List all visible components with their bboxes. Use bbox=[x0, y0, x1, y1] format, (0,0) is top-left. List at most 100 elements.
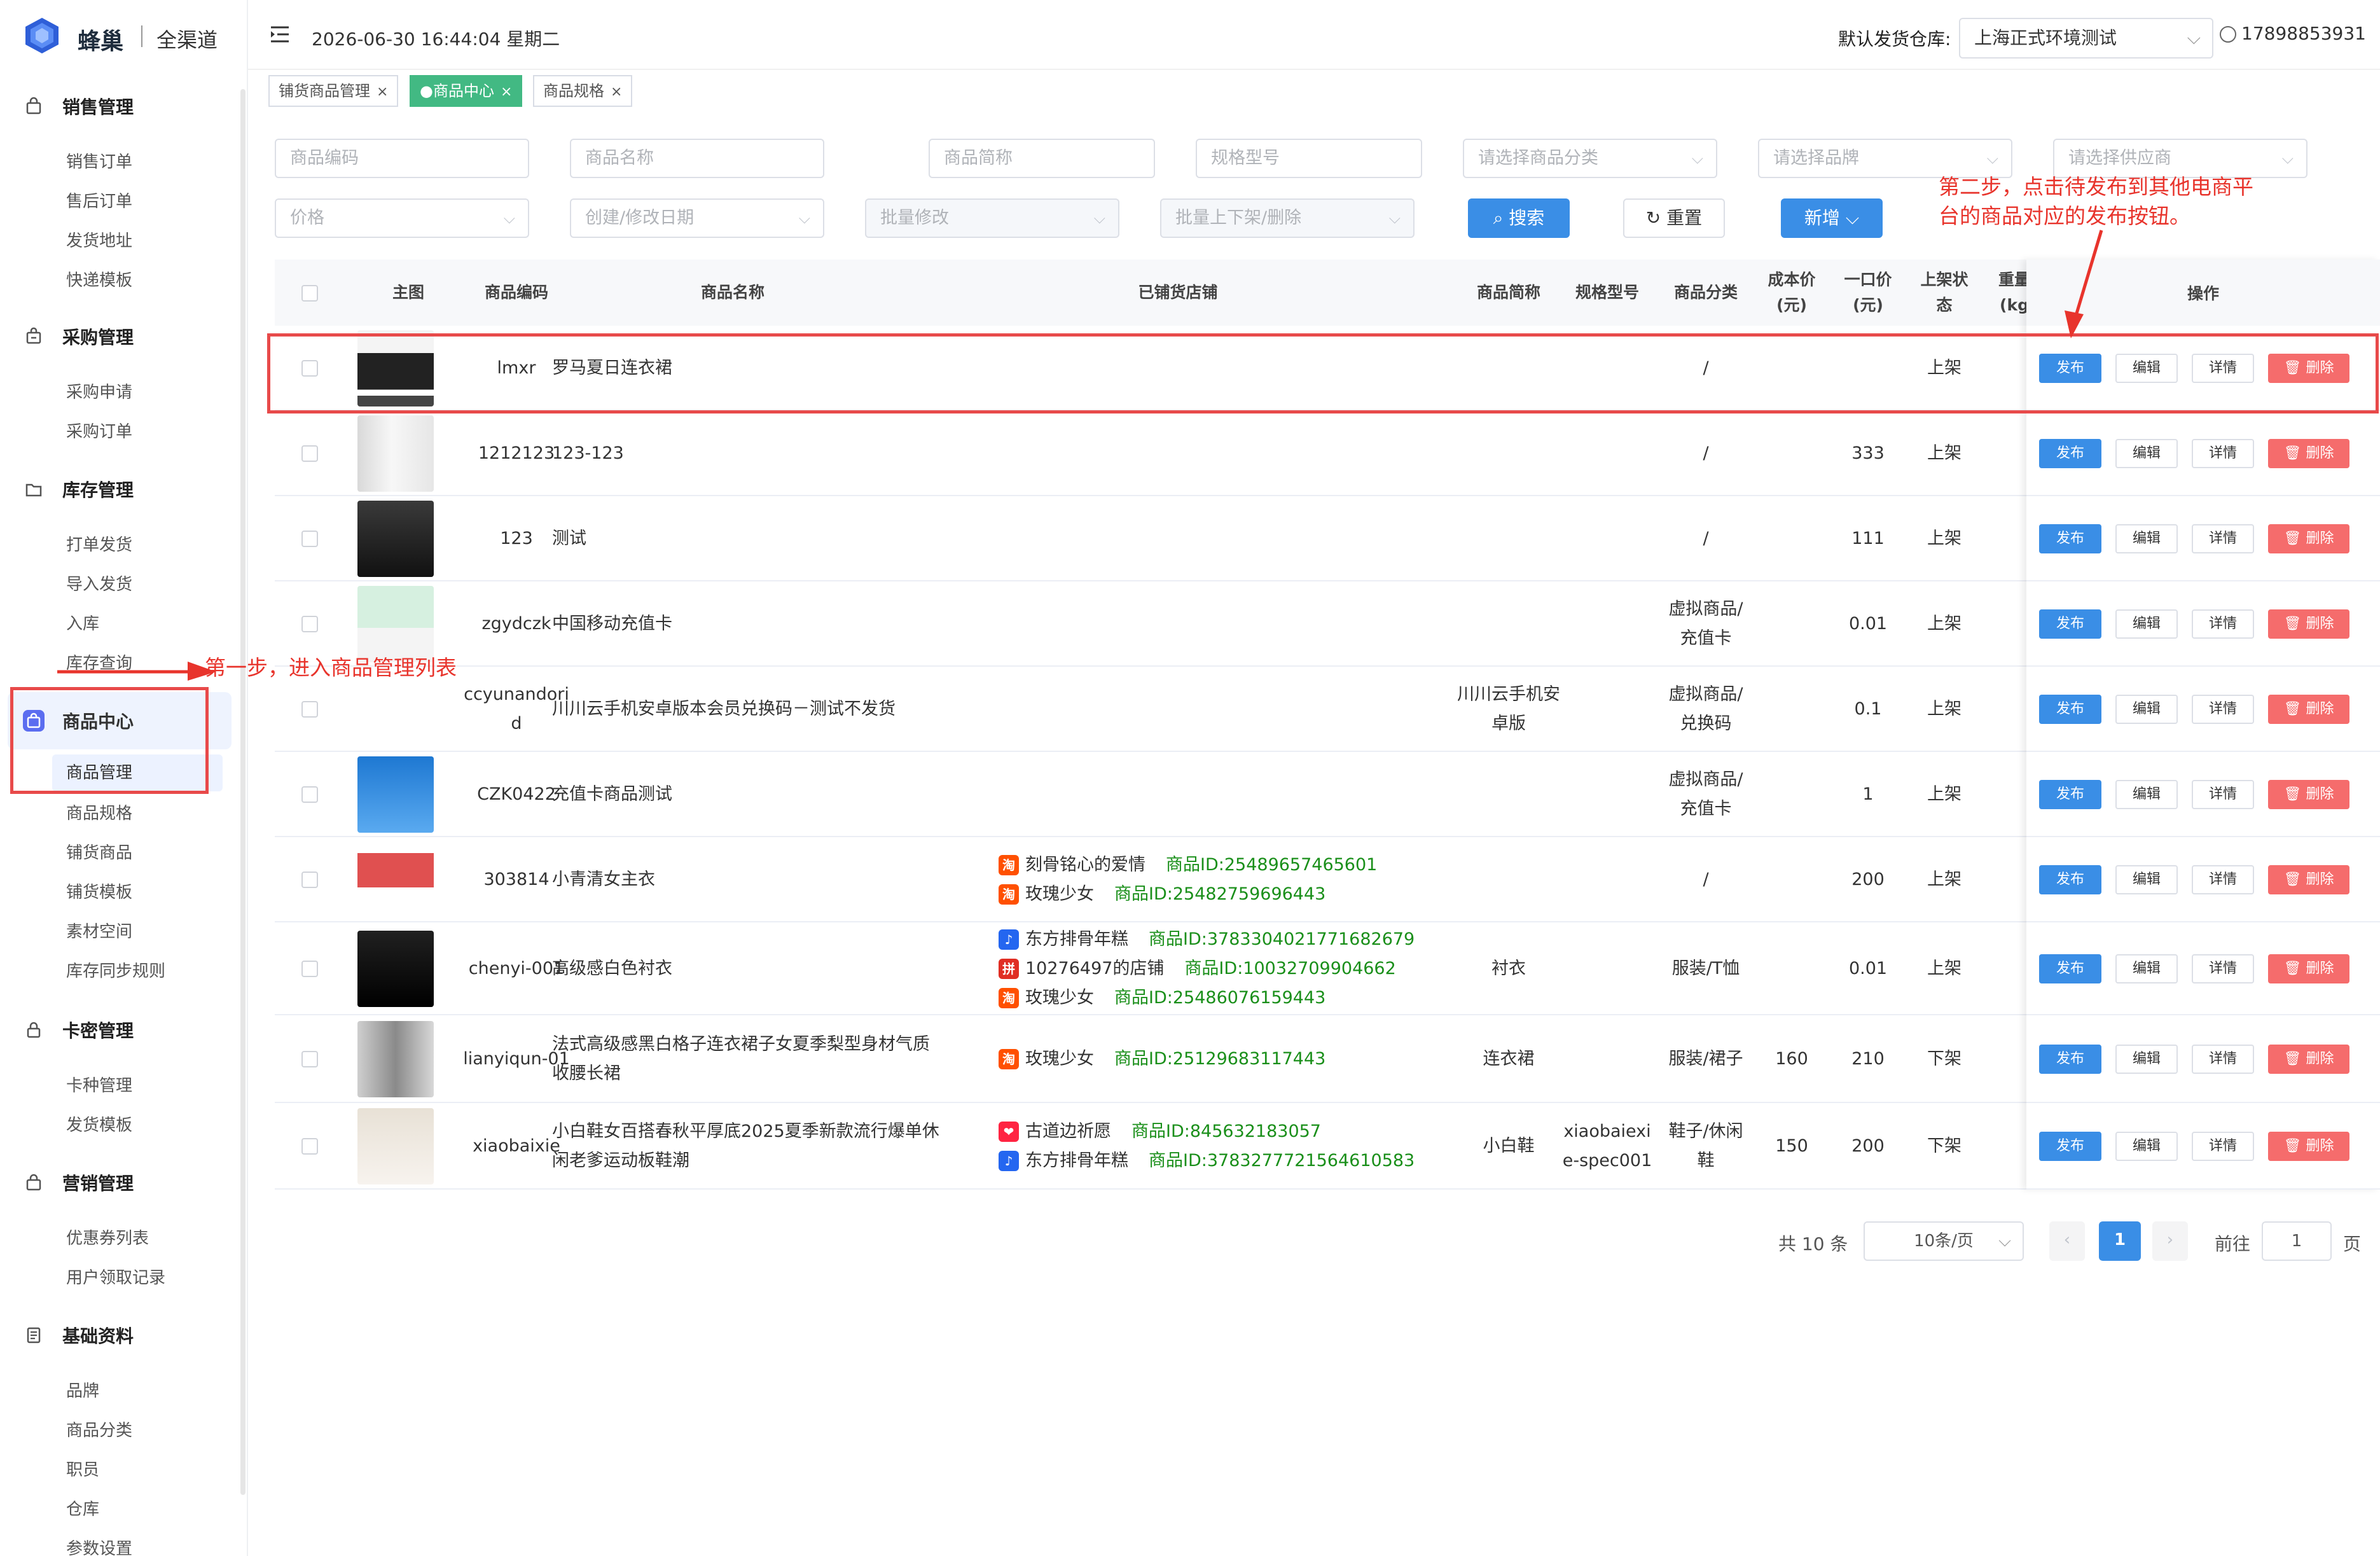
tab-product-spec[interactable]: 商品规格 × bbox=[533, 75, 633, 107]
detail-button[interactable]: 详情 bbox=[2192, 954, 2254, 983]
page-size-select[interactable]: 10条/页 ⌵ bbox=[1864, 1221, 2024, 1261]
detail-button[interactable]: 详情 bbox=[2192, 524, 2254, 553]
sidebar-item-express-template[interactable]: 快递模板 bbox=[0, 261, 239, 300]
sidebar-item-purchase-orders[interactable]: 采购订单 bbox=[0, 412, 239, 452]
edit-button[interactable]: 编辑 bbox=[2115, 695, 2178, 724]
batch-edit-select[interactable]: 批量修改 ⌵ bbox=[865, 198, 1119, 238]
prev-page-button[interactable]: ‹ bbox=[2049, 1221, 2085, 1261]
sidebar-item-aftersale-orders[interactable]: 售后订单 bbox=[0, 182, 239, 221]
sidebar-item-listing-products[interactable]: 铺货商品 bbox=[0, 833, 239, 873]
spec-model-input[interactable]: 规格型号 bbox=[1196, 139, 1422, 178]
row-checkbox[interactable] bbox=[301, 531, 318, 547]
row-checkbox[interactable] bbox=[301, 872, 318, 888]
detail-button[interactable]: 详情 bbox=[2192, 865, 2254, 894]
menu-group-title-inventory[interactable]: 库存管理 bbox=[0, 461, 239, 518]
close-icon[interactable]: × bbox=[611, 84, 622, 100]
menu-group-title-marketing[interactable]: 营销管理 bbox=[0, 1154, 239, 1211]
select-all-checkbox[interactable] bbox=[301, 285, 318, 302]
edit-button[interactable]: 编辑 bbox=[2115, 780, 2178, 809]
detail-button[interactable]: 详情 bbox=[2192, 1045, 2254, 1074]
category-select[interactable]: 请选择商品分类 ⌵ bbox=[1463, 139, 1717, 178]
date-range-select[interactable]: 创建/修改日期 ⌵ bbox=[570, 198, 824, 238]
listed-store[interactable]: 拼 10276497的店铺 商品ID:10032709904662 bbox=[999, 954, 1396, 983]
row-checkbox[interactable] bbox=[301, 961, 318, 977]
sidebar-item-ship-address[interactable]: 发货地址 bbox=[0, 221, 239, 261]
sidebar-item-print-ship[interactable]: 打单发货 bbox=[0, 525, 239, 565]
tab-listing-products[interactable]: 铺货商品管理 × bbox=[268, 75, 399, 107]
sidebar-item-import-ship[interactable]: 导入发货 bbox=[0, 565, 239, 604]
delete-button[interactable]: 🗑 删除 bbox=[2268, 439, 2349, 468]
row-checkbox[interactable] bbox=[301, 445, 318, 462]
edit-button[interactable]: 编辑 bbox=[2115, 524, 2178, 553]
edit-button[interactable]: 编辑 bbox=[2115, 1132, 2178, 1161]
sidebar-item-product-spec[interactable]: 商品规格 bbox=[0, 794, 239, 833]
sidebar-item-listing-template[interactable]: 铺货模板 bbox=[0, 873, 239, 912]
search-button[interactable]: ⌕ 搜索 bbox=[1468, 198, 1570, 238]
product-code-input[interactable]: 商品编码 bbox=[275, 139, 529, 178]
detail-button[interactable]: 详情 bbox=[2192, 609, 2254, 639]
listed-store[interactable]: 淘刻骨铭心的爱情 商品ID:25489657465601 bbox=[999, 851, 1377, 880]
product-name-input[interactable]: 商品名称 bbox=[570, 139, 824, 178]
user-menu[interactable]: 17898853931 bbox=[2220, 23, 2366, 44]
publish-button[interactable]: 发布 bbox=[2039, 780, 2101, 809]
publish-button[interactable]: 发布 bbox=[2039, 609, 2101, 639]
row-checkbox[interactable] bbox=[301, 616, 318, 632]
publish-button[interactable]: 发布 bbox=[2039, 524, 2101, 553]
detail-button[interactable]: 详情 bbox=[2192, 1132, 2254, 1161]
delete-button[interactable]: 🗑 删除 bbox=[2268, 695, 2349, 724]
menu-group-title-basic-data[interactable]: 基础资料 bbox=[0, 1307, 239, 1364]
menu-toggle-icon[interactable] bbox=[270, 25, 290, 43]
sidebar-item-coupon-list[interactable]: 优惠券列表 bbox=[0, 1219, 239, 1258]
publish-button[interactable]: 发布 bbox=[2039, 439, 2101, 468]
listed-store[interactable]: ♪ 东方排骨年糕 商品ID:3783304021771682679 bbox=[999, 925, 1415, 954]
sidebar-item-card-types[interactable]: 卡种管理 bbox=[0, 1066, 239, 1106]
product-short-input[interactable]: 商品简称 bbox=[929, 139, 1155, 178]
sidebar-scrollbar[interactable] bbox=[240, 89, 246, 1495]
edit-button[interactable]: 编辑 bbox=[2115, 1045, 2178, 1074]
menu-group-title-purchase[interactable]: 采购管理 bbox=[0, 308, 239, 365]
delete-button[interactable]: 🗑 删除 bbox=[2268, 609, 2349, 639]
sidebar-item-sales-orders[interactable]: 销售订单 bbox=[0, 142, 239, 182]
listed-store[interactable]: ❤ 古道边祈愿 商品ID:845632183057 bbox=[999, 1117, 1321, 1146]
listed-store[interactable]: 淘玫瑰少女 商品ID:25129683117443 bbox=[999, 1045, 1325, 1074]
sidebar-item-purchase-request[interactable]: 采购申请 bbox=[0, 373, 239, 412]
publish-button[interactable]: 发布 bbox=[2039, 1045, 2101, 1074]
delete-button[interactable]: 🗑 删除 bbox=[2268, 1132, 2349, 1161]
sidebar-item-media-space[interactable]: 素材空间 bbox=[0, 912, 239, 952]
edit-button[interactable]: 编辑 bbox=[2115, 954, 2178, 983]
sidebar-item-coupon-claims[interactable]: 用户领取记录 bbox=[0, 1258, 239, 1298]
sidebar-item-warehouse[interactable]: 仓库 bbox=[0, 1490, 239, 1529]
listed-store[interactable]: ♪ 东方排骨年糕 商品ID:3783277721564610583 bbox=[999, 1146, 1415, 1176]
delete-button[interactable]: 🗑 删除 bbox=[2268, 524, 2349, 553]
delete-button[interactable]: 🗑 删除 bbox=[2268, 954, 2349, 983]
menu-group-title-card[interactable]: 卡密管理 bbox=[0, 1001, 239, 1059]
listed-store[interactable]: 淘玫瑰少女 商品ID:25482759696443 bbox=[999, 880, 1325, 909]
row-checkbox[interactable] bbox=[301, 786, 318, 803]
publish-button[interactable]: 发布 bbox=[2039, 954, 2101, 983]
sidebar-item-params[interactable]: 参数设置 bbox=[0, 1529, 239, 1556]
sidebar-item-card-ship-template[interactable]: 发货模板 bbox=[0, 1106, 239, 1145]
add-button[interactable]: 新增 ⌵ bbox=[1781, 198, 1883, 238]
sidebar-item-staff[interactable]: 职员 bbox=[0, 1450, 239, 1490]
row-checkbox[interactable] bbox=[301, 701, 318, 718]
batch-shelf-select[interactable]: 批量上下架/删除 ⌵ bbox=[1160, 198, 1415, 238]
detail-button[interactable]: 详情 bbox=[2192, 439, 2254, 468]
page-1-button[interactable]: 1 bbox=[2099, 1221, 2141, 1261]
row-checkbox[interactable] bbox=[301, 1138, 318, 1155]
edit-button[interactable]: 编辑 bbox=[2115, 865, 2178, 894]
close-icon[interactable]: × bbox=[501, 84, 512, 100]
publish-button[interactable]: 发布 bbox=[2039, 1132, 2101, 1161]
tab-product-center[interactable]: ●商品中心 × bbox=[410, 75, 523, 107]
sidebar-item-category[interactable]: 商品分类 bbox=[0, 1411, 239, 1450]
menu-group-title-sales[interactable]: 销售管理 bbox=[0, 78, 239, 135]
edit-button[interactable]: 编辑 bbox=[2115, 439, 2178, 468]
delete-button[interactable]: 🗑 删除 bbox=[2268, 780, 2349, 809]
sidebar-item-stock-in[interactable]: 入库 bbox=[0, 604, 239, 644]
row-checkbox[interactable] bbox=[301, 1051, 318, 1067]
listed-store[interactable]: 淘玫瑰少女 商品ID:25486076159443 bbox=[999, 983, 1325, 1013]
next-page-button[interactable]: › bbox=[2152, 1221, 2188, 1261]
delete-button[interactable]: 🗑 删除 bbox=[2268, 865, 2349, 894]
detail-button[interactable]: 详情 bbox=[2192, 695, 2254, 724]
reset-button[interactable]: ↻ 重置 bbox=[1623, 198, 1725, 238]
publish-button[interactable]: 发布 bbox=[2039, 695, 2101, 724]
